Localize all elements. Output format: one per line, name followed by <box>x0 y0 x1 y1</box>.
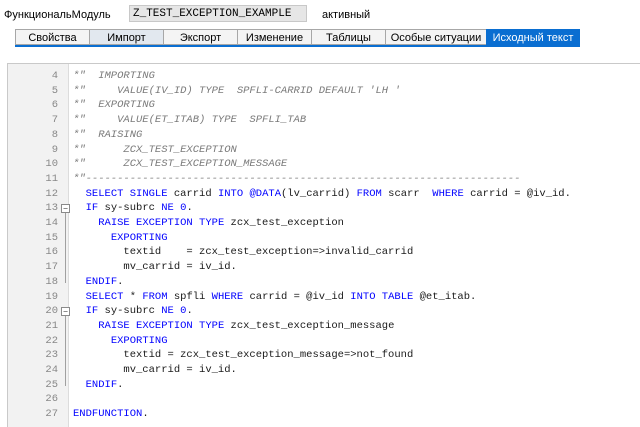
line-number: 17 <box>45 261 58 274</box>
tab-changing[interactable]: Изменение <box>237 29 311 45</box>
code-line: 24 mv_carrid = iv_id. <box>8 363 640 378</box>
line-number: 19 <box>45 290 58 303</box>
tab-exceptions[interactable]: Особые ситуации <box>385 29 486 45</box>
code-line: 16 textid = zcx_test_exception=>invalid_… <box>8 245 640 260</box>
code-line: 22 EXPORTING <box>8 334 640 349</box>
code-text: *" VALUE(ET_ITAB) TYPE SPFLI_TAB <box>73 114 307 127</box>
line-number: 27 <box>45 408 58 421</box>
code-text: textid = zcx_test_exception=>invalid_car… <box>73 246 414 259</box>
line-number: 22 <box>45 334 58 347</box>
code-line: 21 RAISE EXCEPTION TYPE zcx_test_excepti… <box>8 319 640 334</box>
line-number: 4 <box>51 70 58 82</box>
line-number: 6 <box>51 99 58 112</box>
code-line: 7 *" VALUE(ET_ITAB) TYPE SPFLI_TAB <box>8 113 640 128</box>
code-text: SELECT * FROM spfli WHERE carrid = @iv_i… <box>85 290 477 303</box>
tab-underline <box>15 45 580 47</box>
code-text: IF sy-subrc NE 0. <box>85 202 193 215</box>
module-label: ФункциональМодуль <box>4 9 111 21</box>
line-number: 20 <box>45 305 58 318</box>
code-line: 15 EXPORTING <box>8 231 640 246</box>
line-number: 10 <box>45 158 58 171</box>
line-number: 7 <box>51 114 58 127</box>
code-text: *" EXPORTING <box>73 99 155 112</box>
line-number: 13 <box>45 202 58 215</box>
line-number: 14 <box>45 217 58 229</box>
fold-guide-line <box>65 316 66 386</box>
line-number: 24 <box>45 364 58 376</box>
line-number: 23 <box>45 349 58 362</box>
code-text: textid = zcx_test_exception_message=>not… <box>73 349 414 362</box>
code-text: IF sy-subrc NE 0. <box>85 305 193 318</box>
code-line: 5 *" VALUE(IV_ID) TYPE SPFLI-CARRID DEFAU… <box>8 84 640 99</box>
code-line: 19 SELECT * FROM spfli WHERE carrid = @i… <box>8 290 640 305</box>
code-text: *"--------------------------------------… <box>73 172 521 185</box>
code-text: mv_carrid = iv_id. <box>73 364 237 376</box>
code-line: 20− IF sy-subrc NE 0. <box>8 304 640 319</box>
line-number: 25 <box>45 378 58 391</box>
fold-guide-line <box>65 213 66 283</box>
tab-import[interactable]: Импорт <box>89 29 163 45</box>
tab-export[interactable]: Экспорт <box>163 29 237 45</box>
code-line: 10 *" ZCX_TEST_EXCEPTION_MESSAGE <box>8 157 640 172</box>
line-number: 18 <box>45 275 58 288</box>
status-text: активный <box>322 9 371 21</box>
code-line: 26 <box>8 392 640 407</box>
code-line: 13− IF sy-subrc NE 0. <box>8 201 640 216</box>
code-line: 23 textid = zcx_test_exception_message=>… <box>8 348 640 363</box>
line-number: 12 <box>45 187 58 200</box>
line-number: 9 <box>51 143 58 156</box>
line-number: 8 <box>51 128 58 141</box>
line-number: 26 <box>45 393 58 406</box>
line-number: 16 <box>45 246 58 259</box>
code-line: 9 *" ZCX_TEST_EXCEPTION <box>8 143 640 158</box>
code-editor[interactable]: 4 *" IMPORTING 5 *" VALUE(IV_ID) TYPE SPFLI… <box>7 63 640 427</box>
line-number: 21 <box>45 319 58 332</box>
code-line: 12 SELECT SINGLE carrid INTO @DATA(lv_ca… <box>8 187 640 202</box>
code-text: EXPORTING <box>110 334 168 347</box>
code-text: *" VALUE(IV_ID) TYPE SPFLI-CARRID DEFAUL… <box>73 84 401 97</box>
code-line: 25 ENDIF. <box>8 378 640 393</box>
module-name-field[interactable]: Z_TEST_EXCEPTION_EXAMPLE <box>129 5 307 22</box>
code-line: 6 *" EXPORTING <box>8 98 640 113</box>
tab-properties[interactable]: Свойства <box>15 29 89 45</box>
tab-source-code[interactable]: Исходный текст <box>486 29 580 45</box>
code-line: 14 RAISE EXCEPTION TYPE zcx_test_excepti… <box>8 216 640 231</box>
collapse-block-icon[interactable]: − <box>61 204 70 214</box>
tab-tables[interactable]: Таблицы <box>311 29 385 45</box>
code-text: *" RAISING <box>73 128 143 141</box>
code-line: 27 ENDFUNCTION. <box>8 407 640 422</box>
code-line: 17 mv_carrid = iv_id. <box>8 260 640 275</box>
code-text: *" ZCX_TEST_EXCEPTION_MESSAGE <box>73 158 288 171</box>
tab-strip: Свойства Импорт Экспорт Изменение Таблиц… <box>15 29 580 45</box>
code-line: 18 ENDIF. <box>8 275 640 290</box>
code-text: *" IMPORTING <box>73 70 155 82</box>
code-text: SELECT SINGLE carrid INTO @DATA(lv_carri… <box>85 187 571 200</box>
code-text: ENDFUNCTION. <box>73 408 149 421</box>
code-text: RAISE EXCEPTION TYPE zcx_test_exception <box>98 217 344 229</box>
code-text: *" ZCX_TEST_EXCEPTION <box>73 143 237 156</box>
code-text: ENDIF. <box>85 378 124 391</box>
line-number: 11 <box>45 172 58 185</box>
code-line: 11 *"------------------------------------… <box>8 172 640 187</box>
code-text: mv_carrid = iv_id. <box>73 261 237 274</box>
line-number: 5 <box>51 84 58 97</box>
code-text: RAISE EXCEPTION TYPE zcx_test_exception_… <box>98 319 395 332</box>
code-line: 8 *" RAISING <box>8 128 640 143</box>
code-text: EXPORTING <box>110 231 168 244</box>
code-text: ENDIF. <box>85 275 124 288</box>
line-number: 15 <box>45 231 58 244</box>
code-line: 4 *" IMPORTING <box>8 69 640 84</box>
collapse-block-icon[interactable]: − <box>61 307 70 317</box>
